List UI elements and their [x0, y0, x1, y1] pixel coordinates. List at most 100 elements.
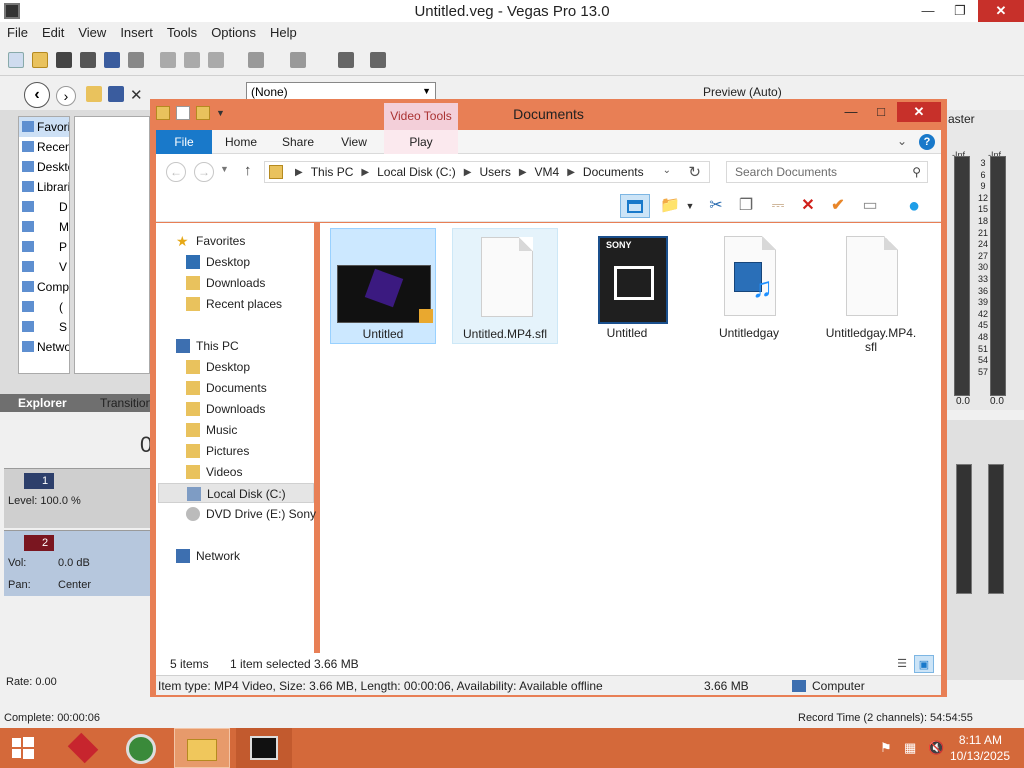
up-folder-icon[interactable]	[86, 86, 102, 102]
mixer-strip[interactable]	[956, 464, 972, 594]
help-icon[interactable]: ?	[919, 134, 935, 150]
chevron-right-icon[interactable]: ▶	[456, 167, 480, 178]
tab-home[interactable]: Home	[216, 130, 266, 154]
forward-button[interactable]: →	[194, 162, 214, 182]
chevron-right-icon[interactable]: ▶	[511, 167, 535, 178]
paste-icon[interactable]: ⎓	[766, 194, 790, 218]
breadcrumb-item[interactable]: Users	[479, 165, 510, 179]
up-button[interactable]: ↑	[244, 162, 252, 179]
menu-options[interactable]: Options	[204, 22, 263, 44]
checkmark-icon[interactable]: ✔	[826, 194, 850, 218]
tree-item[interactable]: S	[19, 317, 69, 337]
menu-edit[interactable]: Edit	[35, 22, 71, 44]
clock-date[interactable]: 10/13/2025	[950, 749, 1010, 763]
delete-icon[interactable]: ✕	[796, 194, 820, 218]
tree-item[interactable]: Recent	[19, 137, 69, 157]
copy-icon[interactable]: ❐	[734, 194, 758, 218]
breadcrumb-item[interactable]: VM4	[535, 165, 560, 179]
vegas-maximize-button[interactable]: ❐	[944, 0, 976, 22]
recent-locations-icon[interactable]: ▼	[220, 164, 229, 174]
breadcrumb-item[interactable]: Local Disk (C:)	[377, 165, 456, 179]
copy-icon[interactable]	[184, 52, 200, 68]
paste-icon[interactable]	[208, 52, 224, 68]
tree-item[interactable]: Computer	[19, 277, 69, 297]
tab-transitions[interactable]: Transition	[100, 396, 152, 410]
large-icons-view-icon[interactable]: ▣	[914, 655, 934, 673]
chevron-right-icon[interactable]: ▶	[353, 167, 377, 178]
address-bar[interactable]: ▶ This PC ▶ Local Disk (C:) ▶ Users ▶ VM…	[264, 161, 710, 183]
taskbar-vegas-icon[interactable]	[236, 728, 292, 768]
taskbar-app-1-icon[interactable]	[56, 728, 112, 768]
tab-view[interactable]: View	[328, 130, 380, 154]
tree-item[interactable]: Libraries	[19, 177, 69, 197]
undo-icon[interactable]	[248, 52, 264, 68]
render-icon[interactable]	[104, 52, 120, 68]
tree-item[interactable]: (	[19, 297, 69, 317]
taskbar-browser-icon[interactable]	[114, 728, 170, 768]
cut-icon[interactable]	[160, 52, 176, 68]
taskbar-file-explorer-icon[interactable]	[174, 728, 230, 768]
tree-item[interactable]: V	[19, 257, 69, 277]
tab-explorer[interactable]: Explorer	[18, 396, 67, 410]
cut-icon[interactable]: ✂	[704, 194, 728, 218]
network-status-icon[interactable]: ▦	[904, 740, 916, 756]
tree-item[interactable]: Network	[19, 337, 69, 357]
tree-item[interactable]: Favorites	[19, 117, 69, 137]
new-project-icon[interactable]	[8, 52, 24, 68]
save-as-icon[interactable]	[80, 52, 96, 68]
file-item[interactable]: Untitledgay.MP4. sfl	[818, 228, 924, 354]
menu-tools[interactable]: Tools	[160, 22, 204, 44]
back-icon[interactable]: ‹	[24, 82, 50, 108]
menu-insert[interactable]: Insert	[113, 22, 160, 44]
search-input[interactable]	[735, 164, 905, 180]
file-item[interactable]: Untitled	[330, 228, 436, 344]
properties-icon[interactable]	[128, 52, 144, 68]
video-track-header[interactable]: 1 Level: 100.0 %	[4, 468, 150, 528]
menu-file[interactable]: File	[0, 22, 35, 44]
explorer-minimize-button[interactable]: —	[837, 102, 865, 122]
start-button[interactable]	[0, 728, 50, 768]
chat-bubble-icon[interactable]: ●	[902, 194, 926, 218]
chevron-right-icon[interactable]: ▶	[559, 167, 583, 178]
mixer-strip[interactable]	[988, 464, 1004, 594]
breadcrumb-item[interactable]: This PC	[311, 165, 354, 179]
change-view-icon[interactable]	[620, 194, 650, 218]
vegas-explorer-file-list[interactable]	[74, 116, 150, 374]
preview-quality[interactable]: Preview (Auto)	[703, 85, 782, 99]
back-button[interactable]: ←	[166, 162, 186, 182]
explorer-close-button[interactable]: ✕	[897, 102, 941, 122]
refresh-icon[interactable]	[108, 86, 124, 102]
nav-pc-local-disk[interactable]: Local Disk (C:)	[158, 483, 314, 503]
breadcrumb-item[interactable]: Documents	[583, 165, 644, 179]
chevron-right-icon[interactable]: ▶	[287, 167, 311, 178]
envelope-tool-icon[interactable]	[370, 52, 386, 68]
tree-item[interactable]: D	[19, 197, 69, 217]
tree-item[interactable]: P	[19, 237, 69, 257]
forward-icon[interactable]: ›	[56, 86, 76, 106]
chevron-down-icon[interactable]: ▼	[678, 194, 702, 218]
delete-icon[interactable]: ✕	[130, 86, 143, 104]
file-item[interactable]: SONY Untitled	[574, 228, 680, 344]
details-view-icon[interactable]: ☰	[892, 655, 912, 673]
edit-tool-icon[interactable]	[338, 52, 354, 68]
refresh-icon[interactable]: ↻	[688, 163, 701, 181]
file-item[interactable]: Untitled.MP4.sfl	[452, 228, 558, 344]
explorer-maximize-button[interactable]: □	[867, 102, 895, 122]
flag-icon[interactable]: ⚑	[880, 740, 892, 756]
vegas-close-button[interactable]: ✕	[978, 0, 1024, 22]
save-icon[interactable]	[56, 52, 72, 68]
chevron-down-icon[interactable]: ⌄	[663, 165, 671, 176]
open-icon[interactable]	[32, 52, 48, 68]
tab-file[interactable]: File	[156, 130, 212, 154]
clock-time[interactable]: 8:11 AM	[959, 733, 1002, 747]
expand-ribbon-icon[interactable]: ⌄	[897, 134, 907, 148]
tree-item[interactable]: Desktop	[19, 157, 69, 177]
rename-icon[interactable]: ▭	[858, 194, 882, 218]
audio-track-header[interactable]: 2 Vol: 0.0 dB Pan: Center	[4, 530, 150, 596]
file-item[interactable]: ♫ Untitledgay	[696, 228, 802, 344]
tree-item[interactable]: M	[19, 217, 69, 237]
volume-icon[interactable]: 🔇	[928, 740, 944, 756]
tab-play[interactable]: Play	[384, 130, 458, 154]
vegas-minimize-button[interactable]: —	[912, 0, 944, 22]
menu-view[interactable]: View	[71, 22, 113, 44]
